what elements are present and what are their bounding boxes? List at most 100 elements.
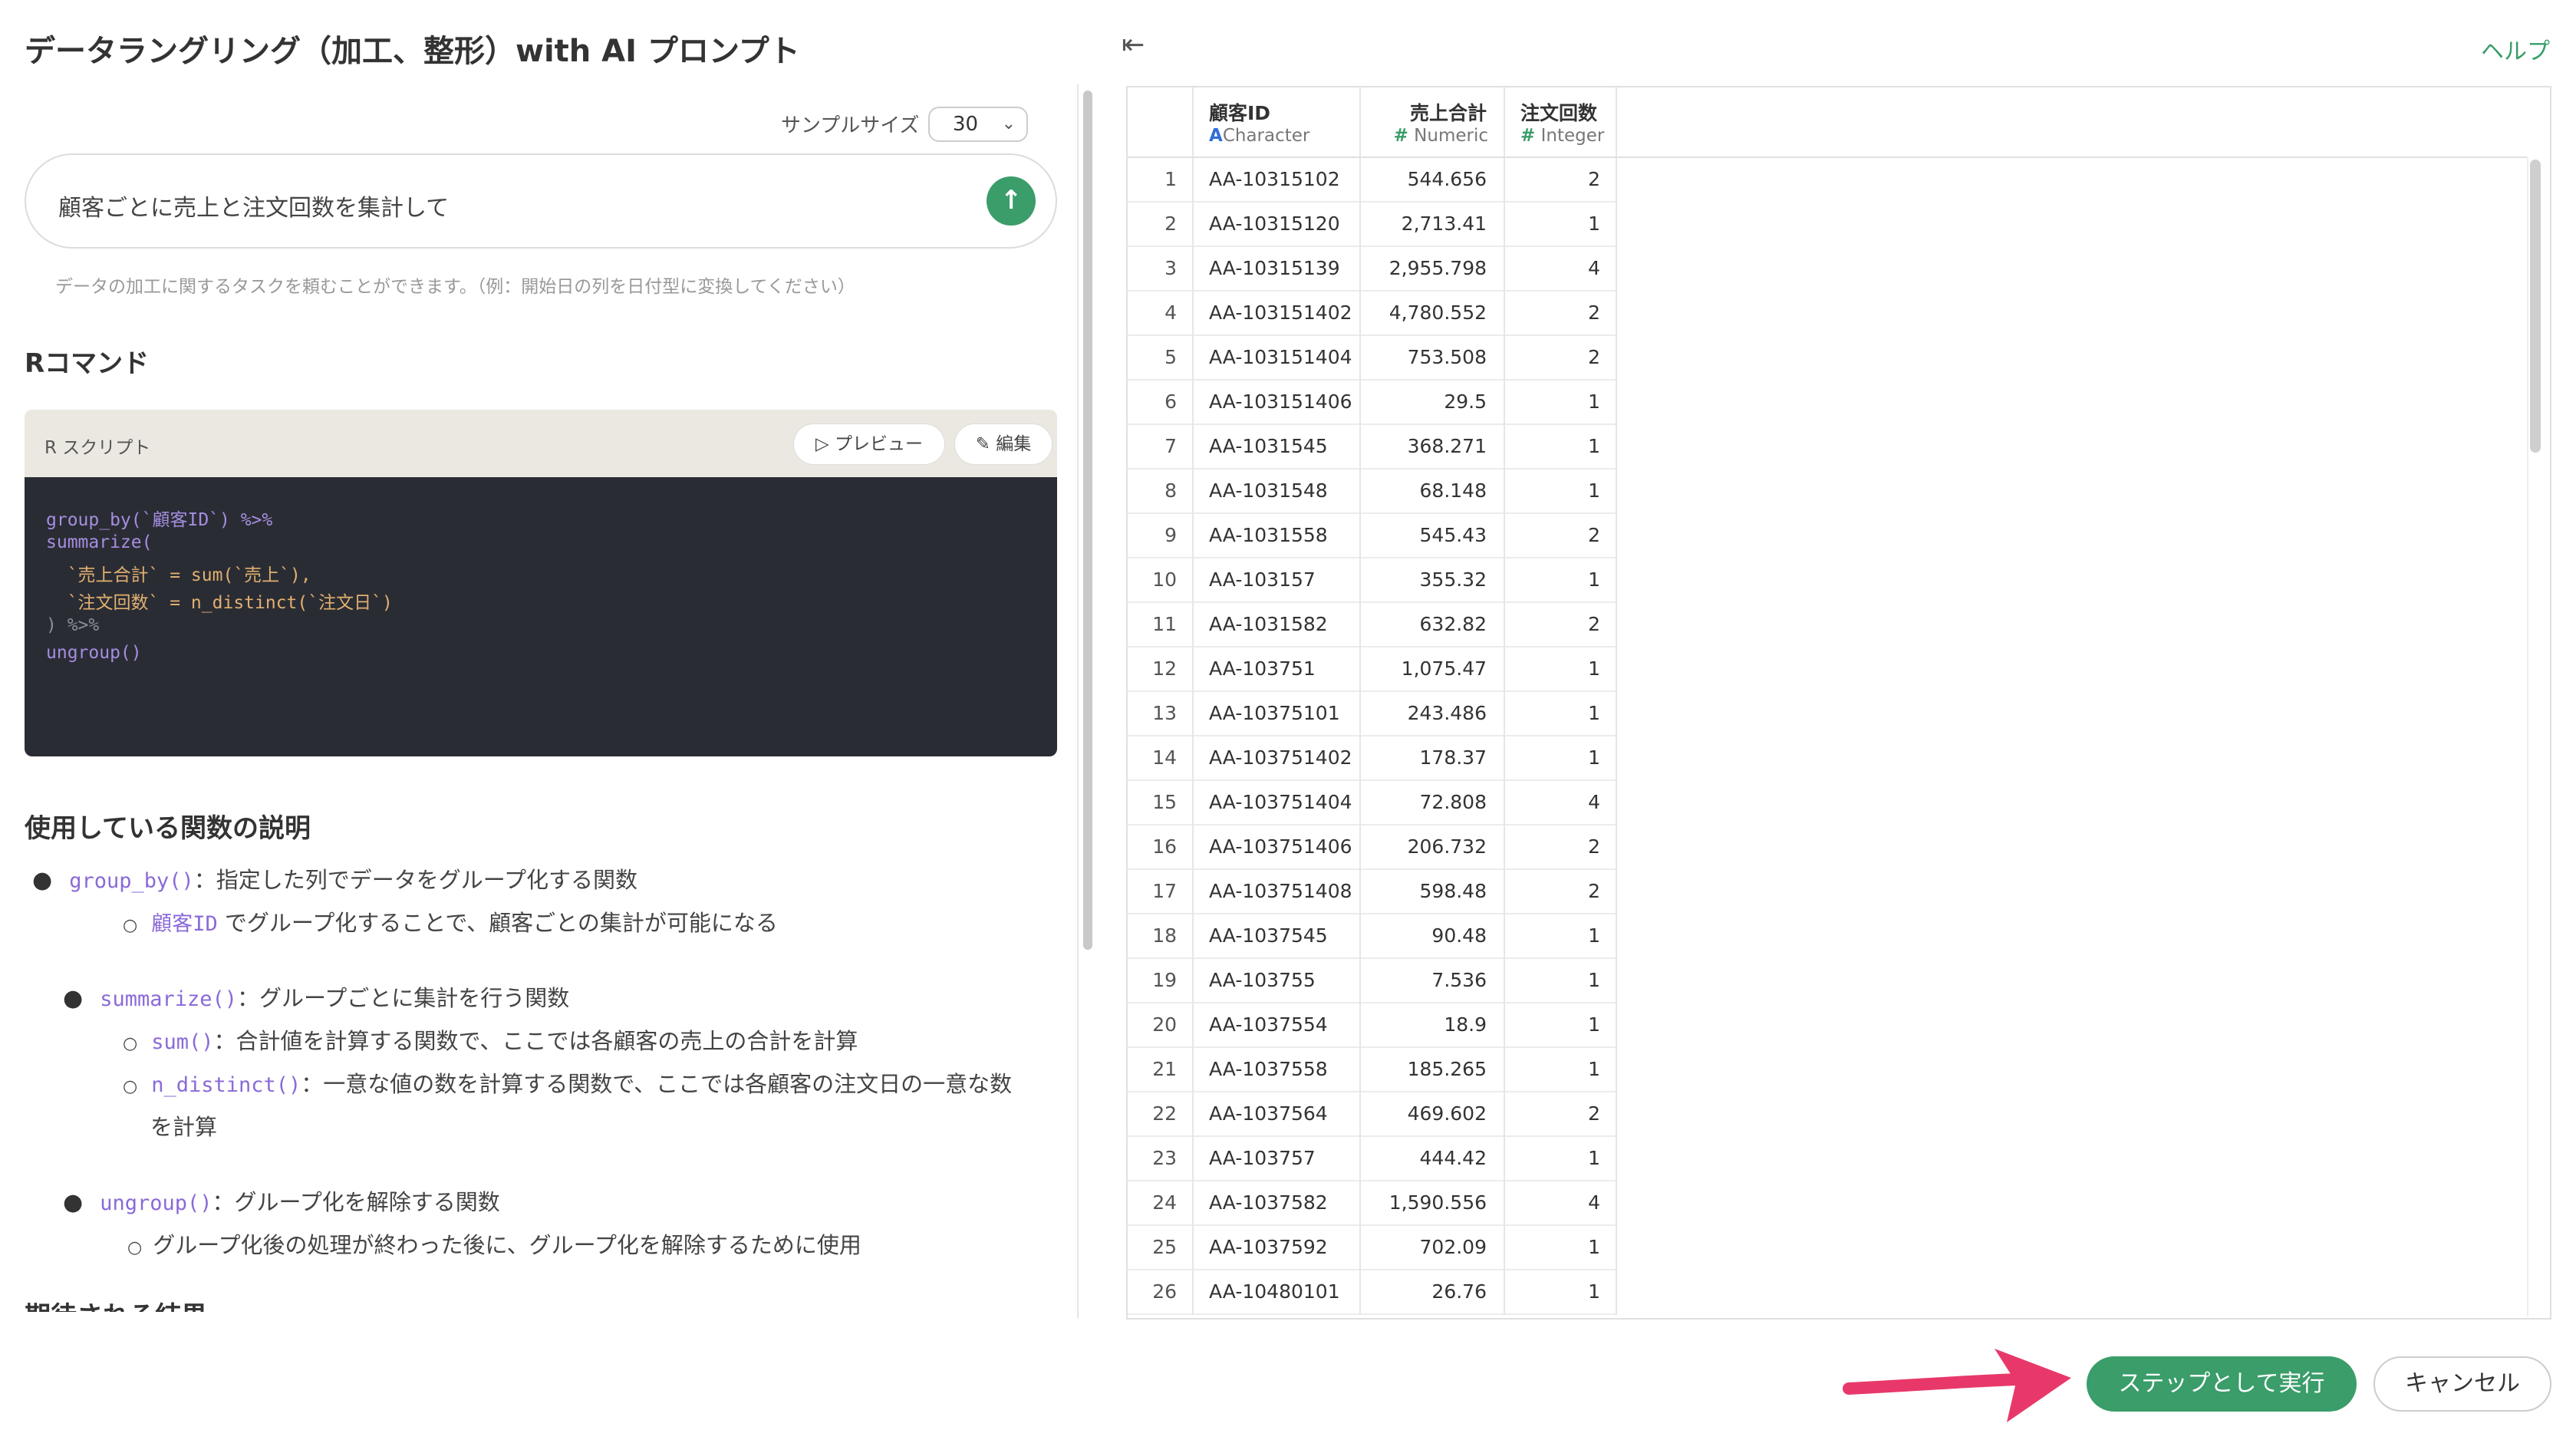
- circle-bullet-icon: ○: [123, 916, 138, 935]
- table-row[interactable]: 20 AA-1037554 18.9 1: [1128, 1003, 1617, 1048]
- table-row[interactable]: 10 AA-103157 355.32 1: [1128, 558, 1617, 603]
- table-row[interactable]: 21 AA-1037558 185.265 1: [1128, 1048, 1617, 1092]
- left-scrollbar[interactable]: [1083, 91, 1092, 950]
- table-row[interactable]: 5 AA-103151404 753.508 2: [1128, 336, 1617, 381]
- table-row[interactable]: 2 AA-10315120 2,713.41 1: [1128, 203, 1617, 247]
- customer-id-cell: AA-10315102: [1194, 158, 1361, 203]
- order-count-cell: 1: [1505, 1048, 1617, 1092]
- prompt-text[interactable]: 顧客ごとに売上と注文回数を集計して: [58, 189, 449, 222]
- customer-id-cell: AA-103151404: [1194, 336, 1361, 381]
- cut-heading: 期待される結果: [25, 1295, 207, 1312]
- order-count-cell: 2: [1505, 870, 1617, 914]
- grid-header: 顧客ID ACharacter 売上合計 # Numeric 注文回数 # In…: [1128, 87, 2527, 158]
- sample-size-select[interactable]: 30 ⌄: [928, 107, 1028, 142]
- row-number: 17: [1128, 870, 1194, 914]
- cancel-button[interactable]: キャンセル: [2373, 1356, 2551, 1412]
- order-count-cell: 1: [1505, 914, 1617, 959]
- run-as-step-button[interactable]: ステップとして実行: [2087, 1356, 2357, 1412]
- table-row[interactable]: 4 AA-103151402 4,780.552 2: [1128, 292, 1617, 336]
- column-name: 注文回数: [1520, 102, 1598, 124]
- table-row[interactable]: 9 AA-1031558 545.43 2: [1128, 514, 1617, 558]
- edit-button[interactable]: ✎ 編集: [954, 423, 1052, 465]
- table-row[interactable]: 23 AA-103757 444.42 1: [1128, 1137, 1617, 1181]
- table-row[interactable]: 18 AA-1037545 90.48 1: [1128, 914, 1617, 959]
- table-row[interactable]: 11 AA-1031582 632.82 2: [1128, 603, 1617, 647]
- row-number: 6: [1128, 381, 1194, 425]
- column-header[interactable]: 注文回数 # Integer: [1505, 87, 1617, 157]
- row-number: 9: [1128, 514, 1194, 558]
- explanation-subitem: ○ n_distinct()：一意な値の数を計算する関数で、ここでは各顧客の注文日…: [123, 1066, 1013, 1099]
- table-row[interactable]: 24 AA-1037582 1,590.556 4: [1128, 1181, 1617, 1226]
- table-row[interactable]: 22 AA-1037564 469.602 2: [1128, 1092, 1617, 1137]
- customer-id-cell: AA-103751402: [1194, 736, 1361, 781]
- customer-id-cell: AA-1037545: [1194, 914, 1361, 959]
- row-number: 10: [1128, 558, 1194, 603]
- table-row[interactable]: 16 AA-103751406 206.732 2: [1128, 825, 1617, 870]
- send-button[interactable]: ↑: [987, 176, 1036, 226]
- sales-total-cell: 90.48: [1361, 914, 1505, 959]
- collapse-panel-icon[interactable]: ⇤: [1122, 29, 1145, 61]
- subitem-text: ：一意な値の数を計算する関数で、ここでは各顧客の注文日の一意な数: [301, 1071, 1013, 1097]
- subitem-text-continued: を計算: [150, 1114, 218, 1140]
- subitem-code: sum(): [151, 1030, 214, 1054]
- table-row[interactable]: 15 AA-103751404 72.808 4: [1128, 781, 1617, 825]
- customer-id-cell: AA-1037554: [1194, 1003, 1361, 1048]
- function-desc: ：グループ化を解除する関数: [212, 1189, 500, 1215]
- preview-button[interactable]: ▷ プレビュー: [793, 423, 945, 465]
- order-count-cell: 1: [1505, 1226, 1617, 1270]
- table-row[interactable]: 6 AA-103151406 29.5 1: [1128, 381, 1617, 425]
- sales-total-cell: 2,713.41: [1361, 203, 1505, 247]
- table-row[interactable]: 13 AA-10375101 243.486 1: [1128, 692, 1617, 736]
- order-count-cell: 1: [1505, 1003, 1617, 1048]
- right-scrollbar[interactable]: [2530, 160, 2541, 453]
- table-row[interactable]: 8 AA-1031548 68.148 1: [1128, 470, 1617, 514]
- order-count-cell: 2: [1505, 1092, 1617, 1137]
- table-row[interactable]: 7 AA-1031545 368.271 1: [1128, 425, 1617, 470]
- order-count-cell: 4: [1505, 247, 1617, 292]
- sample-size-label: サンプルサイズ: [781, 114, 920, 137]
- column-header[interactable]: 顧客ID ACharacter: [1194, 87, 1361, 157]
- table-row[interactable]: 25 AA-1037592 702.09 1: [1128, 1226, 1617, 1270]
- row-number: 1: [1128, 158, 1194, 203]
- sales-total-cell: 544.656: [1361, 158, 1505, 203]
- sales-total-cell: 632.82: [1361, 603, 1505, 647]
- sales-total-cell: 178.37: [1361, 736, 1505, 781]
- row-number: 21: [1128, 1048, 1194, 1092]
- row-number: 24: [1128, 1181, 1194, 1226]
- sales-total-cell: 4,780.552: [1361, 292, 1505, 336]
- prompt-hint: データの加工に関するタスクを頼むことができます。（例：開始日の列を日付型に変換し…: [55, 277, 855, 297]
- order-count-cell: 1: [1505, 1137, 1617, 1181]
- prompt-input[interactable]: 顧客ごとに売上と注文回数を集計して ↑: [25, 153, 1057, 249]
- table-row[interactable]: 14 AA-103751402 178.37 1: [1128, 736, 1617, 781]
- code-line: summarize(: [46, 532, 153, 552]
- order-count-cell: 1: [1505, 1270, 1617, 1315]
- table-row[interactable]: 1 AA-10315102 544.656 2: [1128, 158, 1617, 203]
- explanation-subitem: ○ グループ化後の処理が終わった後に、グループ化を解除するために使用: [127, 1227, 861, 1260]
- sales-total-cell: 18.9: [1361, 1003, 1505, 1048]
- sales-total-cell: 368.271: [1361, 425, 1505, 470]
- row-number: 20: [1128, 1003, 1194, 1048]
- edit-label: 編集: [996, 434, 1032, 454]
- sales-total-cell: 469.602: [1361, 1092, 1505, 1137]
- table-row[interactable]: 26 AA-10480101 26.76 1: [1128, 1270, 1617, 1315]
- sales-total-cell: 545.43: [1361, 514, 1505, 558]
- order-count-cell: 1: [1505, 470, 1617, 514]
- table-row[interactable]: 3 AA-10315139 2,955.798 4: [1128, 247, 1617, 292]
- row-number: 16: [1128, 825, 1194, 870]
- table-row[interactable]: 12 AA-103751 1,075.47 1: [1128, 647, 1617, 692]
- row-number: 15: [1128, 781, 1194, 825]
- circle-bullet-icon: ○: [123, 1077, 138, 1096]
- order-count-cell: 1: [1505, 959, 1617, 1003]
- customer-id-cell: AA-1031548: [1194, 470, 1361, 514]
- customer-id-cell: AA-1037564: [1194, 1092, 1361, 1137]
- help-link[interactable]: ヘルプ: [2481, 32, 2550, 66]
- column-header[interactable]: 売上合計 # Numeric: [1361, 87, 1505, 157]
- sales-total-cell: 1,075.47: [1361, 647, 1505, 692]
- order-count-cell: 1: [1505, 381, 1617, 425]
- circle-bullet-icon: ○: [127, 1238, 143, 1257]
- table-row[interactable]: 17 AA-103751408 598.48 2: [1128, 870, 1617, 914]
- customer-id-cell: AA-10315139: [1194, 247, 1361, 292]
- customer-id-cell: AA-103755: [1194, 959, 1361, 1003]
- table-row[interactable]: 19 AA-103755 7.536 1: [1128, 959, 1617, 1003]
- row-number: 23: [1128, 1137, 1194, 1181]
